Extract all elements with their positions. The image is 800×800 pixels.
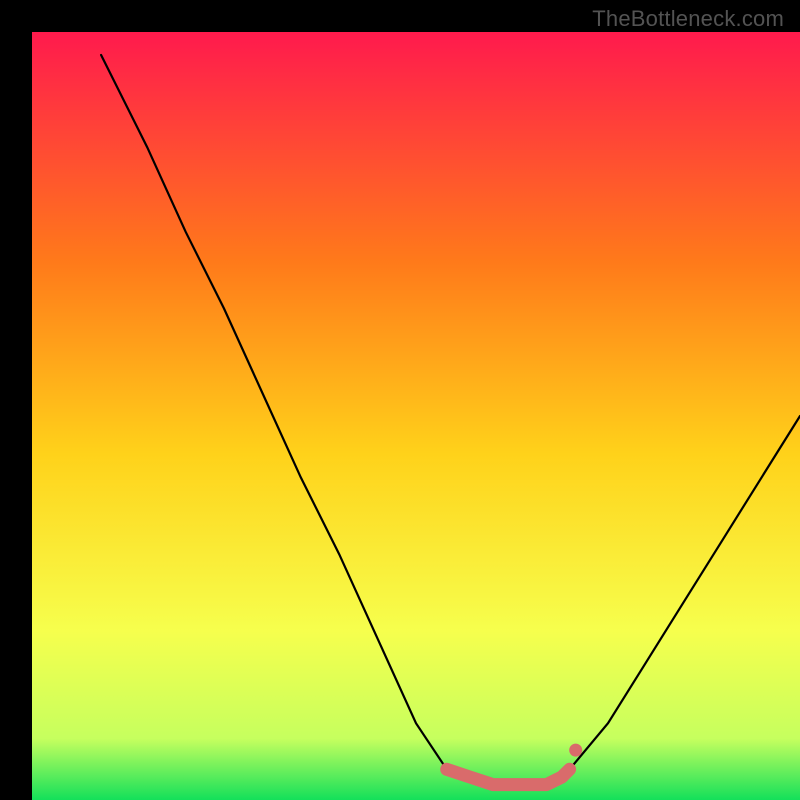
chart-stage: TheBottleneck.com [0, 0, 800, 800]
bottleneck-curve-chart [0, 0, 800, 800]
trough-right-cap [569, 744, 582, 757]
watermark-text: TheBottleneck.com [592, 6, 784, 32]
